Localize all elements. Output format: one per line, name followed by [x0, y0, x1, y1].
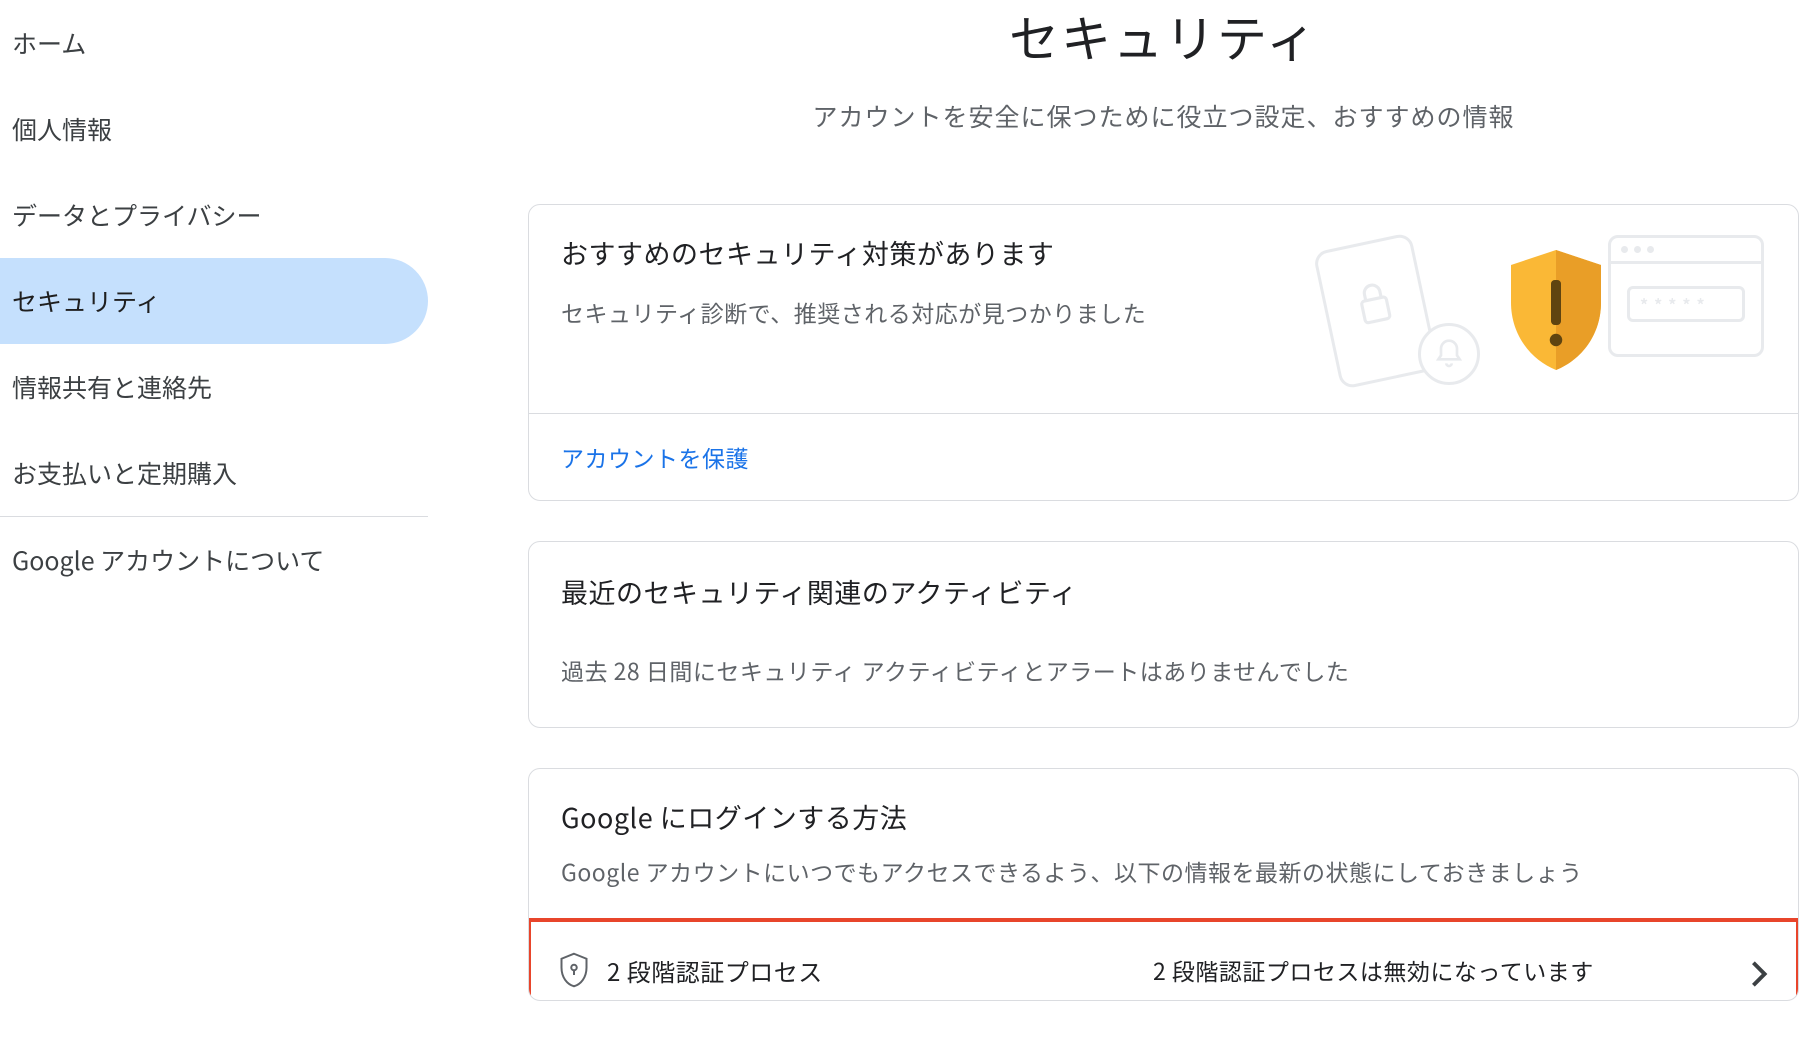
- sidebar-item-label: 個人情報: [12, 111, 112, 147]
- page-title: セキュリティ: [528, 0, 1799, 72]
- sidebar-item-label: Google アカウントについて: [12, 542, 324, 578]
- sidebar-item-label: 情報共有と連絡先: [12, 369, 212, 405]
- browser-password-icon: *****: [1608, 235, 1764, 357]
- recommendation-description: セキュリティ診断で、推奨される対応が見つかりました: [561, 294, 1306, 332]
- sidebar-item-label: セキュリティ: [12, 283, 161, 319]
- chevron-right-icon: [1728, 952, 1768, 988]
- activity-card: 最近のセキュリティ関連のアクティビティ 過去 28 日間にセキュリティ アクティ…: [528, 541, 1799, 728]
- shield-outline-icon: [559, 952, 607, 988]
- login-methods-description: Google アカウントにいつでもアクセスできるよう、以下の情報を最新の状態にし…: [561, 854, 1766, 888]
- shield-warning-icon: [1506, 245, 1606, 380]
- main-content: セキュリティ アカウントを安全に保つために役立つ設定、おすすめの情報 おすすめの…: [428, 0, 1799, 1044]
- bell-icon: [1418, 323, 1480, 385]
- sidebar-item-label: ホーム: [12, 25, 86, 61]
- recommendation-title: おすすめのセキュリティ対策があります: [561, 233, 1306, 272]
- sidebar-nav: ホーム 個人情報 データとプライバシー セキュリティ 情報共有と連絡先 お支払い…: [0, 0, 428, 1044]
- activity-title: 最近のセキュリティ関連のアクティビティ: [561, 572, 1766, 611]
- sidebar-item-security[interactable]: セキュリティ: [0, 258, 428, 344]
- protect-account-link[interactable]: アカウントを保護: [561, 440, 749, 474]
- two-step-status: 2 段階認証プロセスは無効になっています: [1153, 954, 1728, 986]
- sidebar-item-payments-subscriptions[interactable]: お支払いと定期購入: [0, 430, 428, 516]
- recommendation-card: おすすめのセキュリティ対策があります セキュリティ診断で、推奨される対応が見つか…: [528, 204, 1799, 501]
- sidebar-item-data-privacy[interactable]: データとプライバシー: [0, 172, 428, 258]
- login-methods-card: Google にログインする方法 Google アカウントにいつでもアクセスでき…: [528, 768, 1799, 1001]
- two-step-label: 2 段階認証プロセス: [607, 953, 1153, 988]
- page-subtitle: アカウントを安全に保つために役立つ設定、おすすめの情報: [528, 98, 1799, 134]
- sidebar-item-home[interactable]: ホーム: [0, 0, 428, 86]
- recommendation-illustration: *****: [1326, 233, 1766, 383]
- sidebar-item-personal-info[interactable]: 個人情報: [0, 86, 428, 172]
- sidebar-item-label: お支払いと定期購入: [12, 455, 237, 491]
- two-step-verification-row[interactable]: 2 段階認証プロセス 2 段階認証プロセスは無効になっています: [531, 922, 1796, 1000]
- sidebar-item-label: データとプライバシー: [12, 197, 262, 233]
- activity-description: 過去 28 日間にセキュリティ アクティビティとアラートはありませんでした: [561, 653, 1766, 687]
- sidebar-item-sharing-contacts[interactable]: 情報共有と連絡先: [0, 344, 428, 430]
- login-methods-title: Google にログインする方法: [561, 797, 1766, 836]
- sidebar-item-about[interactable]: Google アカウントについて: [0, 517, 428, 603]
- lock-icon: [1351, 277, 1398, 333]
- two-step-highlight: 2 段階認証プロセス 2 段階認証プロセスは無効になっています: [528, 918, 1799, 1000]
